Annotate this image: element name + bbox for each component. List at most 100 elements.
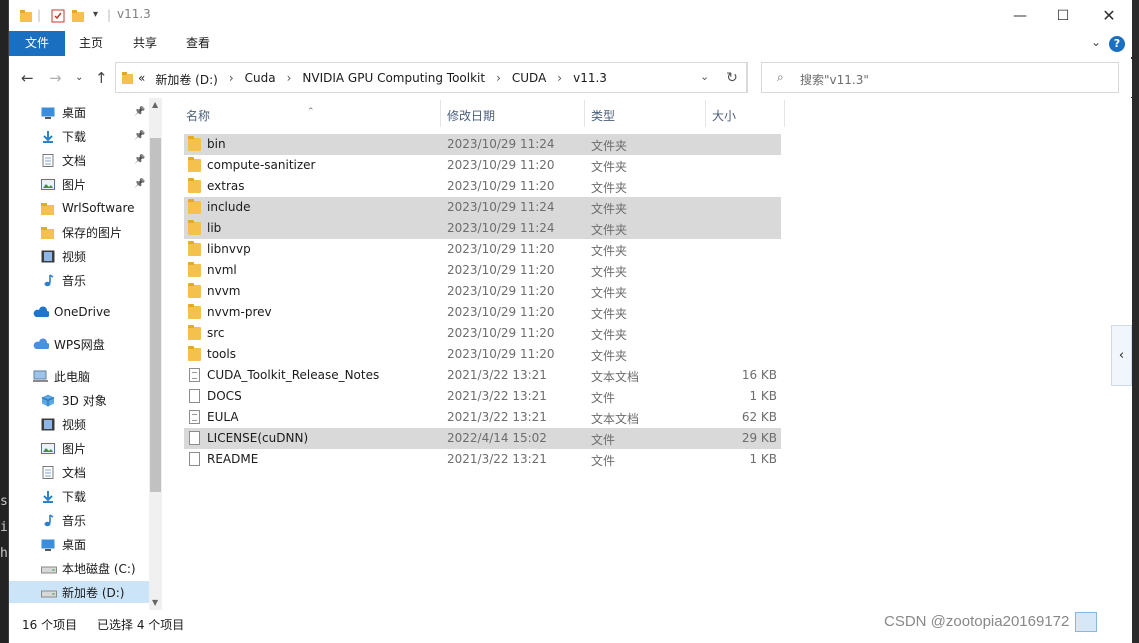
file-date: 2023/10/29 11:20 bbox=[447, 179, 555, 193]
close-button[interactable]: ✕ bbox=[1086, 0, 1132, 31]
up-button[interactable]: ↑ bbox=[95, 69, 108, 87]
sidebar-scrollbar[interactable]: ▲ ▼ bbox=[149, 98, 162, 610]
expand-ribbon-icon[interactable]: ⌄ bbox=[1091, 35, 1101, 49]
collapse-pane-button[interactable]: ‹ bbox=[1111, 325, 1132, 386]
sidebar-item-label: 音乐 bbox=[62, 273, 87, 288]
tab-file[interactable]: 文件 bbox=[9, 31, 65, 56]
breadcrumb-overflow[interactable]: « bbox=[138, 71, 145, 88]
column-header-type[interactable]: 类型 bbox=[591, 107, 615, 124]
file-row[interactable]: src 2023/10/29 11:20 文件夹 bbox=[184, 323, 781, 344]
file-name: bin bbox=[207, 137, 226, 151]
sidebar-item[interactable]: 文档 📌 bbox=[9, 149, 149, 171]
search-input[interactable]: 搜索"v11.3" bbox=[800, 71, 869, 88]
sidebar-item[interactable]: 此电脑 bbox=[9, 365, 149, 387]
column-divider[interactable] bbox=[440, 100, 441, 127]
pin-icon[interactable]: 📌 bbox=[134, 131, 145, 141]
address-bar[interactable]: « 新加卷 (D:) › Cuda › NVIDIA GPU Computing… bbox=[115, 62, 747, 93]
file-row[interactable]: CUDA_Toolkit_Release_Notes 2021/3/22 13:2… bbox=[184, 365, 781, 386]
scroll-down-icon[interactable]: ▼ bbox=[152, 598, 158, 607]
breadcrumb-toolkit[interactable]: NVIDIA GPU Computing Toolkit bbox=[302, 71, 485, 88]
sidebar-item[interactable]: 新加卷 (D:) bbox=[9, 581, 149, 603]
sidebar-item-label: WPS网盘 bbox=[54, 337, 105, 352]
sidebar-item[interactable]: 视频 bbox=[9, 413, 149, 435]
divider: | bbox=[107, 8, 112, 22]
file-type: 文件夹 bbox=[591, 349, 628, 363]
column-divider[interactable] bbox=[705, 100, 706, 127]
file-row[interactable]: extras 2023/10/29 11:20 文件夹 bbox=[184, 176, 781, 197]
column-divider[interactable] bbox=[784, 100, 785, 127]
help-icon[interactable]: ? bbox=[1109, 36, 1125, 52]
sidebar-item[interactable]: 保存的图片 bbox=[9, 221, 149, 243]
file-name: tools bbox=[207, 347, 236, 361]
sidebar-item[interactable]: 本地磁盘 (C:) bbox=[9, 557, 149, 579]
sidebar-item[interactable]: 3D 对象 bbox=[9, 389, 149, 411]
sidebar-item[interactable]: 视频 bbox=[9, 245, 149, 267]
file-row[interactable]: README 2021/3/22 13:21 文件 1 KB bbox=[184, 449, 781, 470]
sidebar-item[interactable]: 图片 📌 bbox=[9, 173, 149, 195]
tab-view[interactable]: 查看 bbox=[177, 31, 219, 56]
quick-access-dropdown-icon[interactable]: ▾ bbox=[93, 9, 98, 25]
sidebar-item[interactable]: 音乐 bbox=[9, 269, 149, 291]
properties-icon[interactable] bbox=[51, 8, 65, 24]
sidebar-item[interactable]: 桌面 bbox=[9, 533, 149, 555]
sidebar-item[interactable]: 桌面 📌 bbox=[9, 101, 149, 123]
column-divider[interactable] bbox=[584, 100, 585, 127]
pin-icon[interactable]: 📌 bbox=[134, 155, 145, 165]
search-box[interactable]: ⌕ 搜索"v11.3" bbox=[761, 62, 1119, 93]
file-row[interactable]: nvvm 2023/10/29 11:20 文件夹 bbox=[184, 281, 781, 302]
breadcrumb-version[interactable]: v11.3 bbox=[573, 71, 607, 88]
breadcrumb-drive[interactable]: 新加卷 (D:) bbox=[155, 71, 217, 88]
sidebar-item[interactable]: WrlSoftware bbox=[9, 197, 149, 219]
address-dropdown-icon[interactable]: ⌄ bbox=[700, 70, 709, 83]
pin-icon[interactable]: 📌 bbox=[134, 179, 145, 189]
file-row[interactable]: nvvm-prev 2023/10/29 11:20 文件夹 bbox=[184, 302, 781, 323]
back-button[interactable]: ← bbox=[21, 69, 34, 87]
file-row[interactable]: nvml 2023/10/29 11:20 文件夹 bbox=[184, 260, 781, 281]
sidebar-item[interactable]: OneDrive bbox=[9, 301, 149, 323]
file-row[interactable]: EULA 2021/3/22 13:21 文本文档 62 KB bbox=[184, 407, 781, 428]
folder-icon bbox=[122, 72, 133, 84]
sidebar-item[interactable]: WPS网盘 bbox=[9, 333, 149, 355]
file-row[interactable]: bin 2023/10/29 11:24 文件夹 bbox=[184, 134, 781, 155]
column-header-size[interactable]: 大小 bbox=[712, 107, 736, 124]
breadcrumb-separator[interactable]: › bbox=[229, 71, 234, 88]
sidebar-item-label: 保存的图片 bbox=[62, 225, 123, 240]
sidebar-item[interactable]: 下载 bbox=[9, 485, 149, 507]
new-folder-icon[interactable] bbox=[71, 8, 85, 24]
sidebar-item[interactable]: 音乐 bbox=[9, 509, 149, 531]
minimize-button[interactable]: — bbox=[997, 0, 1043, 31]
breadcrumb-separator[interactable]: › bbox=[287, 71, 292, 88]
scroll-up-icon[interactable]: ▲ bbox=[152, 100, 158, 109]
refresh-button[interactable]: ↻ bbox=[717, 62, 748, 93]
breadcrumb-separator[interactable]: › bbox=[557, 71, 562, 88]
file-row[interactable]: compute-sanitizer 2023/10/29 11:20 文件夹 bbox=[184, 155, 781, 176]
maximize-button[interactable]: ☐ bbox=[1040, 0, 1086, 31]
breadcrumb-cuda[interactable]: Cuda bbox=[245, 71, 276, 88]
details-view-button[interactable] bbox=[1075, 612, 1097, 632]
column-header-name[interactable]: 名称 bbox=[186, 107, 210, 124]
file-row[interactable]: libnvvp 2023/10/29 11:20 文件夹 bbox=[184, 239, 781, 260]
sidebar-item[interactable]: 图片 bbox=[9, 437, 149, 459]
file-row[interactable]: tools 2023/10/29 11:20 文件夹 bbox=[184, 344, 781, 365]
sidebar-item[interactable]: 下载 📌 bbox=[9, 125, 149, 147]
breadcrumb-cuda-dir[interactable]: CUDA bbox=[512, 71, 546, 88]
file-type: 文件 bbox=[591, 454, 616, 468]
tab-share[interactable]: 共享 bbox=[124, 31, 166, 56]
sidebar-item[interactable]: 文档 bbox=[9, 461, 149, 483]
file-row[interactable]: LICENSE(cuDNN) 2022/4/14 15:02 文件 29 KB bbox=[184, 428, 781, 449]
column-header-date[interactable]: 修改日期 bbox=[447, 107, 495, 124]
breadcrumb-separator[interactable]: › bbox=[496, 71, 501, 88]
pin-icon[interactable]: 📌 bbox=[134, 107, 145, 117]
tab-home[interactable]: 主页 bbox=[70, 31, 112, 56]
scrollbar-thumb[interactable] bbox=[150, 138, 161, 492]
file-row[interactable]: lib 2023/10/29 11:24 文件夹 bbox=[184, 218, 781, 239]
file-row[interactable]: DOCS 2021/3/22 13:21 文件 1 KB bbox=[184, 386, 781, 407]
recent-locations-icon[interactable]: ⌄ bbox=[75, 72, 83, 83]
3d-objects-icon bbox=[41, 394, 55, 407]
file-name: nvvm bbox=[207, 284, 241, 298]
explorer-window: | ▾ | v11.3 — ☐ ✕ 文件 主页 共享 查看 ⌄ ? ← → ⌄ … bbox=[8, 0, 1132, 643]
file-date: 2023/10/29 11:24 bbox=[447, 137, 555, 151]
file-row[interactable]: include 2023/10/29 11:24 文件夹 bbox=[184, 197, 781, 218]
forward-button[interactable]: → bbox=[49, 69, 62, 87]
computer-icon bbox=[33, 370, 48, 383]
